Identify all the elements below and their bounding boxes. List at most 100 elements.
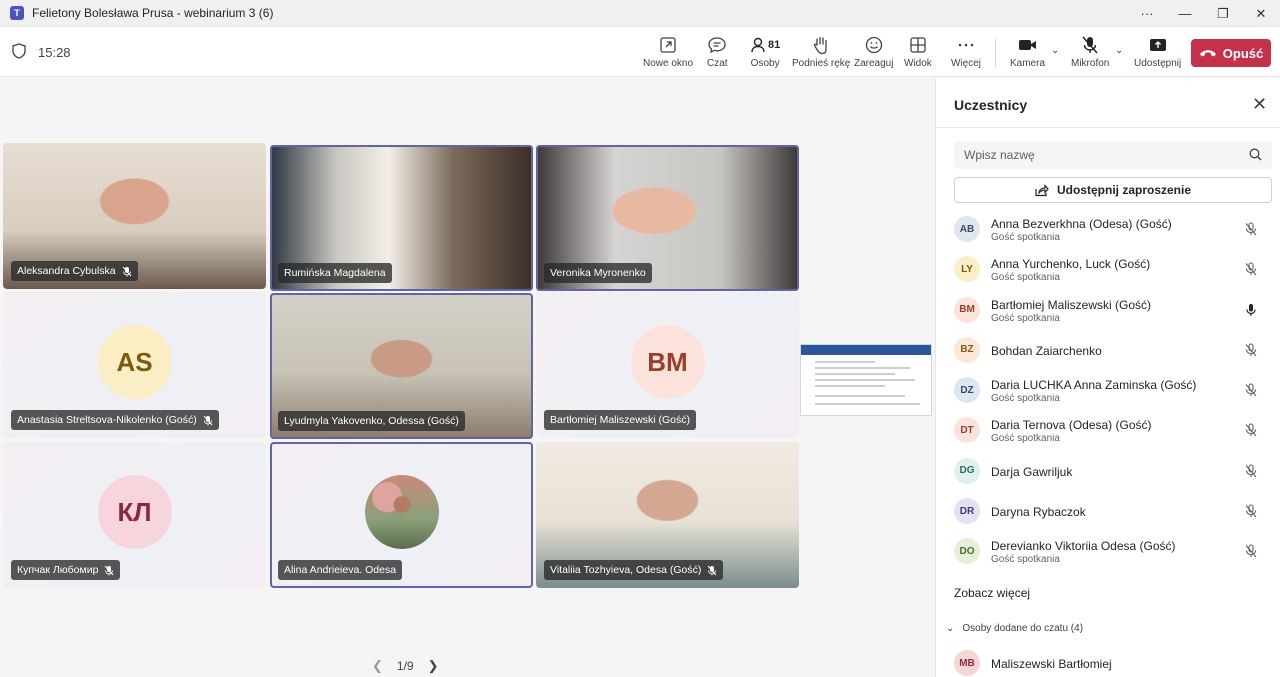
new-window-button[interactable]: Nowe okno — [643, 35, 693, 73]
raise-hand-icon — [812, 35, 830, 55]
people-button[interactable]: 81 Osoby — [745, 35, 785, 81]
camera-label: Kamera — [1010, 58, 1046, 69]
avatar-photo — [364, 475, 439, 549]
search-icon — [1249, 148, 1262, 161]
view-button[interactable]: Widok — [904, 35, 932, 73]
chat-people-section-header[interactable]: ⌄ Osoby dodane do czatu (4) — [946, 623, 1083, 634]
previous-page-chevron-icon[interactable]: ❮ — [372, 658, 383, 674]
avatar: MB — [954, 650, 980, 676]
participant-name-label: Alina Andrieieva. Odesa — [278, 560, 403, 580]
participant-tile[interactable]: Vitaliia Tozhyieva, Odesa (Gość) — [536, 442, 799, 588]
title-bar: T Felietony Bolesława Prusa - webinarium… — [0, 0, 1280, 27]
mic-off-icon — [1081, 35, 1099, 55]
shared-screen-thumbnail[interactable] — [800, 344, 932, 416]
more-options-icon[interactable]: ··· — [1128, 0, 1166, 27]
view-icon — [909, 35, 927, 55]
avatar: DT — [954, 417, 980, 444]
participant-name: Derevianko Viktoriia Odesa (Gość) — [991, 539, 1176, 554]
camera-button[interactable]: Kamera — [1010, 35, 1045, 73]
camera-icon — [1018, 35, 1038, 55]
participant-name: Bartłomiej Maliszewski (Gość) — [550, 414, 691, 426]
people-label: Osoby — [750, 58, 780, 69]
leave-label: Opuść — [1222, 45, 1264, 61]
avatar: BM — [954, 296, 980, 323]
document-line — [815, 367, 910, 369]
participant-name: Anna Yurchenko, Luck (Gość) — [991, 257, 1151, 272]
participant-tile[interactable]: Rumińska Magdalena — [270, 145, 533, 291]
chat-button[interactable]: Czat — [707, 35, 728, 73]
participant-tile[interactable]: Veronika Myronenko — [536, 145, 799, 291]
participant-name: Darja Gawriljuk — [991, 464, 1073, 479]
more-button[interactable]: Więcej — [951, 35, 981, 73]
participant-row[interactable]: DG Darja Gawriljuk — [936, 452, 1280, 492]
close-window-button[interactable]: ✕ — [1242, 0, 1280, 27]
participant-row[interactable]: BM Bartłomiej Maliszewski (Gość) Gość spot… — [936, 291, 1280, 331]
participant-row[interactable]: DO Derevianko Viktoriia Odesa (Gość) Gość … — [936, 532, 1280, 572]
participant-name: Veronika Myronenko — [550, 267, 646, 279]
participant-name-label: Aleksandra Cybulska — [11, 261, 138, 281]
meeting-timer: 15:28 — [38, 45, 71, 60]
avatar: DZ — [954, 377, 980, 404]
participant-name-label: Anastasia Streltsova-Nikolenko (Gość) — [11, 410, 219, 430]
participant-row[interactable]: LY Anna Yurchenko, Luck (Gość) Gość spotka… — [936, 250, 1280, 290]
minimize-button[interactable]: — — [1166, 0, 1204, 27]
share-invite-label: Udostępnij zaproszenie — [1056, 183, 1192, 197]
share-invite-button[interactable]: Udostępnij zaproszenie — [954, 177, 1272, 203]
participant-tile[interactable]: КЛ Купчак Любомир — [3, 442, 266, 588]
mic-off-icon — [1244, 544, 1258, 558]
participant-name: Rumińska Magdalena — [284, 267, 386, 279]
participant-tile[interactable]: Lyudmyla Yakovenko, Odessa (Gość) — [270, 293, 533, 439]
participant-name: Aleksandra Cybulska — [17, 265, 116, 277]
leave-button[interactable]: Opuść — [1191, 39, 1271, 67]
microphone-options-chevron-icon[interactable]: ⌄ — [1115, 45, 1123, 56]
camera-options-chevron-icon[interactable]: ⌄ — [1051, 45, 1059, 56]
participant-name: Vitaliia Tozhyieva, Odesa (Gość) — [550, 564, 702, 576]
chat-icon — [707, 35, 727, 55]
participant-role: Gość spotkania — [991, 232, 1060, 243]
document-toolbar-strip — [801, 345, 931, 355]
participant-name: Anastasia Streltsova-Nikolenko (Gość) — [17, 414, 197, 426]
next-page-chevron-icon[interactable]: ❯ — [428, 658, 439, 674]
participant-name-label: Vitaliia Tozhyieva, Odesa (Gość) — [544, 560, 724, 580]
mic-off-icon — [1244, 383, 1258, 397]
video-stage: Aleksandra Cybulska Rumińska Magdalena Ver… — [0, 78, 935, 677]
react-icon — [865, 35, 883, 55]
react-button[interactable]: Zareaguj — [854, 35, 893, 73]
participant-search-input[interactable]: Wpisz nazwę — [954, 141, 1272, 169]
avatar: DR — [954, 498, 980, 525]
chevron-down-icon: ⌄ — [946, 623, 955, 634]
maximize-button[interactable]: ❐ — [1204, 0, 1242, 27]
more-label: Więcej — [951, 58, 982, 69]
participant-tile[interactable]: BM Bartłomiej Maliszewski (Gość) — [536, 292, 799, 438]
mic-on-icon — [1244, 303, 1258, 317]
participant-row[interactable]: DR Daryna Rybaczok — [936, 492, 1280, 532]
participant-row[interactable]: DZ Daria LUCHKA Anna Zaminska (Gość) Gość … — [936, 371, 1280, 411]
panel-divider — [936, 127, 1280, 128]
participant-tile[interactable]: Aleksandra Cybulska — [3, 143, 266, 289]
participant-tile[interactable]: AS Anastasia Streltsova-Nikolenko (Gość) — [3, 292, 266, 438]
participant-row[interactable]: BZ Bohdan Zaiarchenko — [936, 331, 1280, 371]
close-panel-icon[interactable]: ✕ — [1252, 94, 1267, 115]
share-button[interactable]: Udostępnij — [1134, 35, 1181, 73]
meeting-toolbar: 15:28 Nowe okno Czat 81 Osoby Podnieś rę… — [0, 27, 1280, 81]
participant-name: Bohdan Zaiarchenko — [991, 343, 1102, 358]
see-more-link[interactable]: Zobacz więcej — [954, 586, 1030, 600]
chat-person-row[interactable]: MB Maliszewski Bartłomiej — [936, 650, 1280, 677]
microphone-button[interactable]: Mikrofon — [1071, 35, 1109, 73]
mic-off-icon — [1244, 423, 1258, 437]
new-window-label: Nowe okno — [643, 58, 694, 69]
mic-off-icon — [1244, 464, 1258, 478]
participant-row[interactable]: AB Anna Bezverkhna (Odesa) (Gość) Gość spo… — [936, 210, 1280, 250]
participant-name-label: Купчак Любомир — [11, 560, 121, 580]
participant-name: Maliszewski Bartłomiej — [991, 657, 1112, 671]
participant-name: Lyudmyla Yakovenko, Odessa (Gość) — [284, 415, 459, 427]
raise-hand-button[interactable]: Podnieś rękę — [792, 35, 850, 73]
participant-row[interactable]: DT Daria Ternova (Odesa) (Gość) Gość spotk… — [936, 411, 1280, 451]
react-label: Zareaguj — [854, 58, 894, 69]
participant-name: Daria LUCHKA Anna Zaminska (Gość) — [991, 378, 1197, 393]
participant-role: Gość spotkania — [991, 272, 1060, 284]
share-icon — [1149, 35, 1167, 55]
avatar: LY — [954, 256, 980, 283]
participant-tile[interactable]: Alina Andrieieva. Odesa — [270, 442, 533, 588]
mic-off-icon — [1244, 222, 1258, 236]
